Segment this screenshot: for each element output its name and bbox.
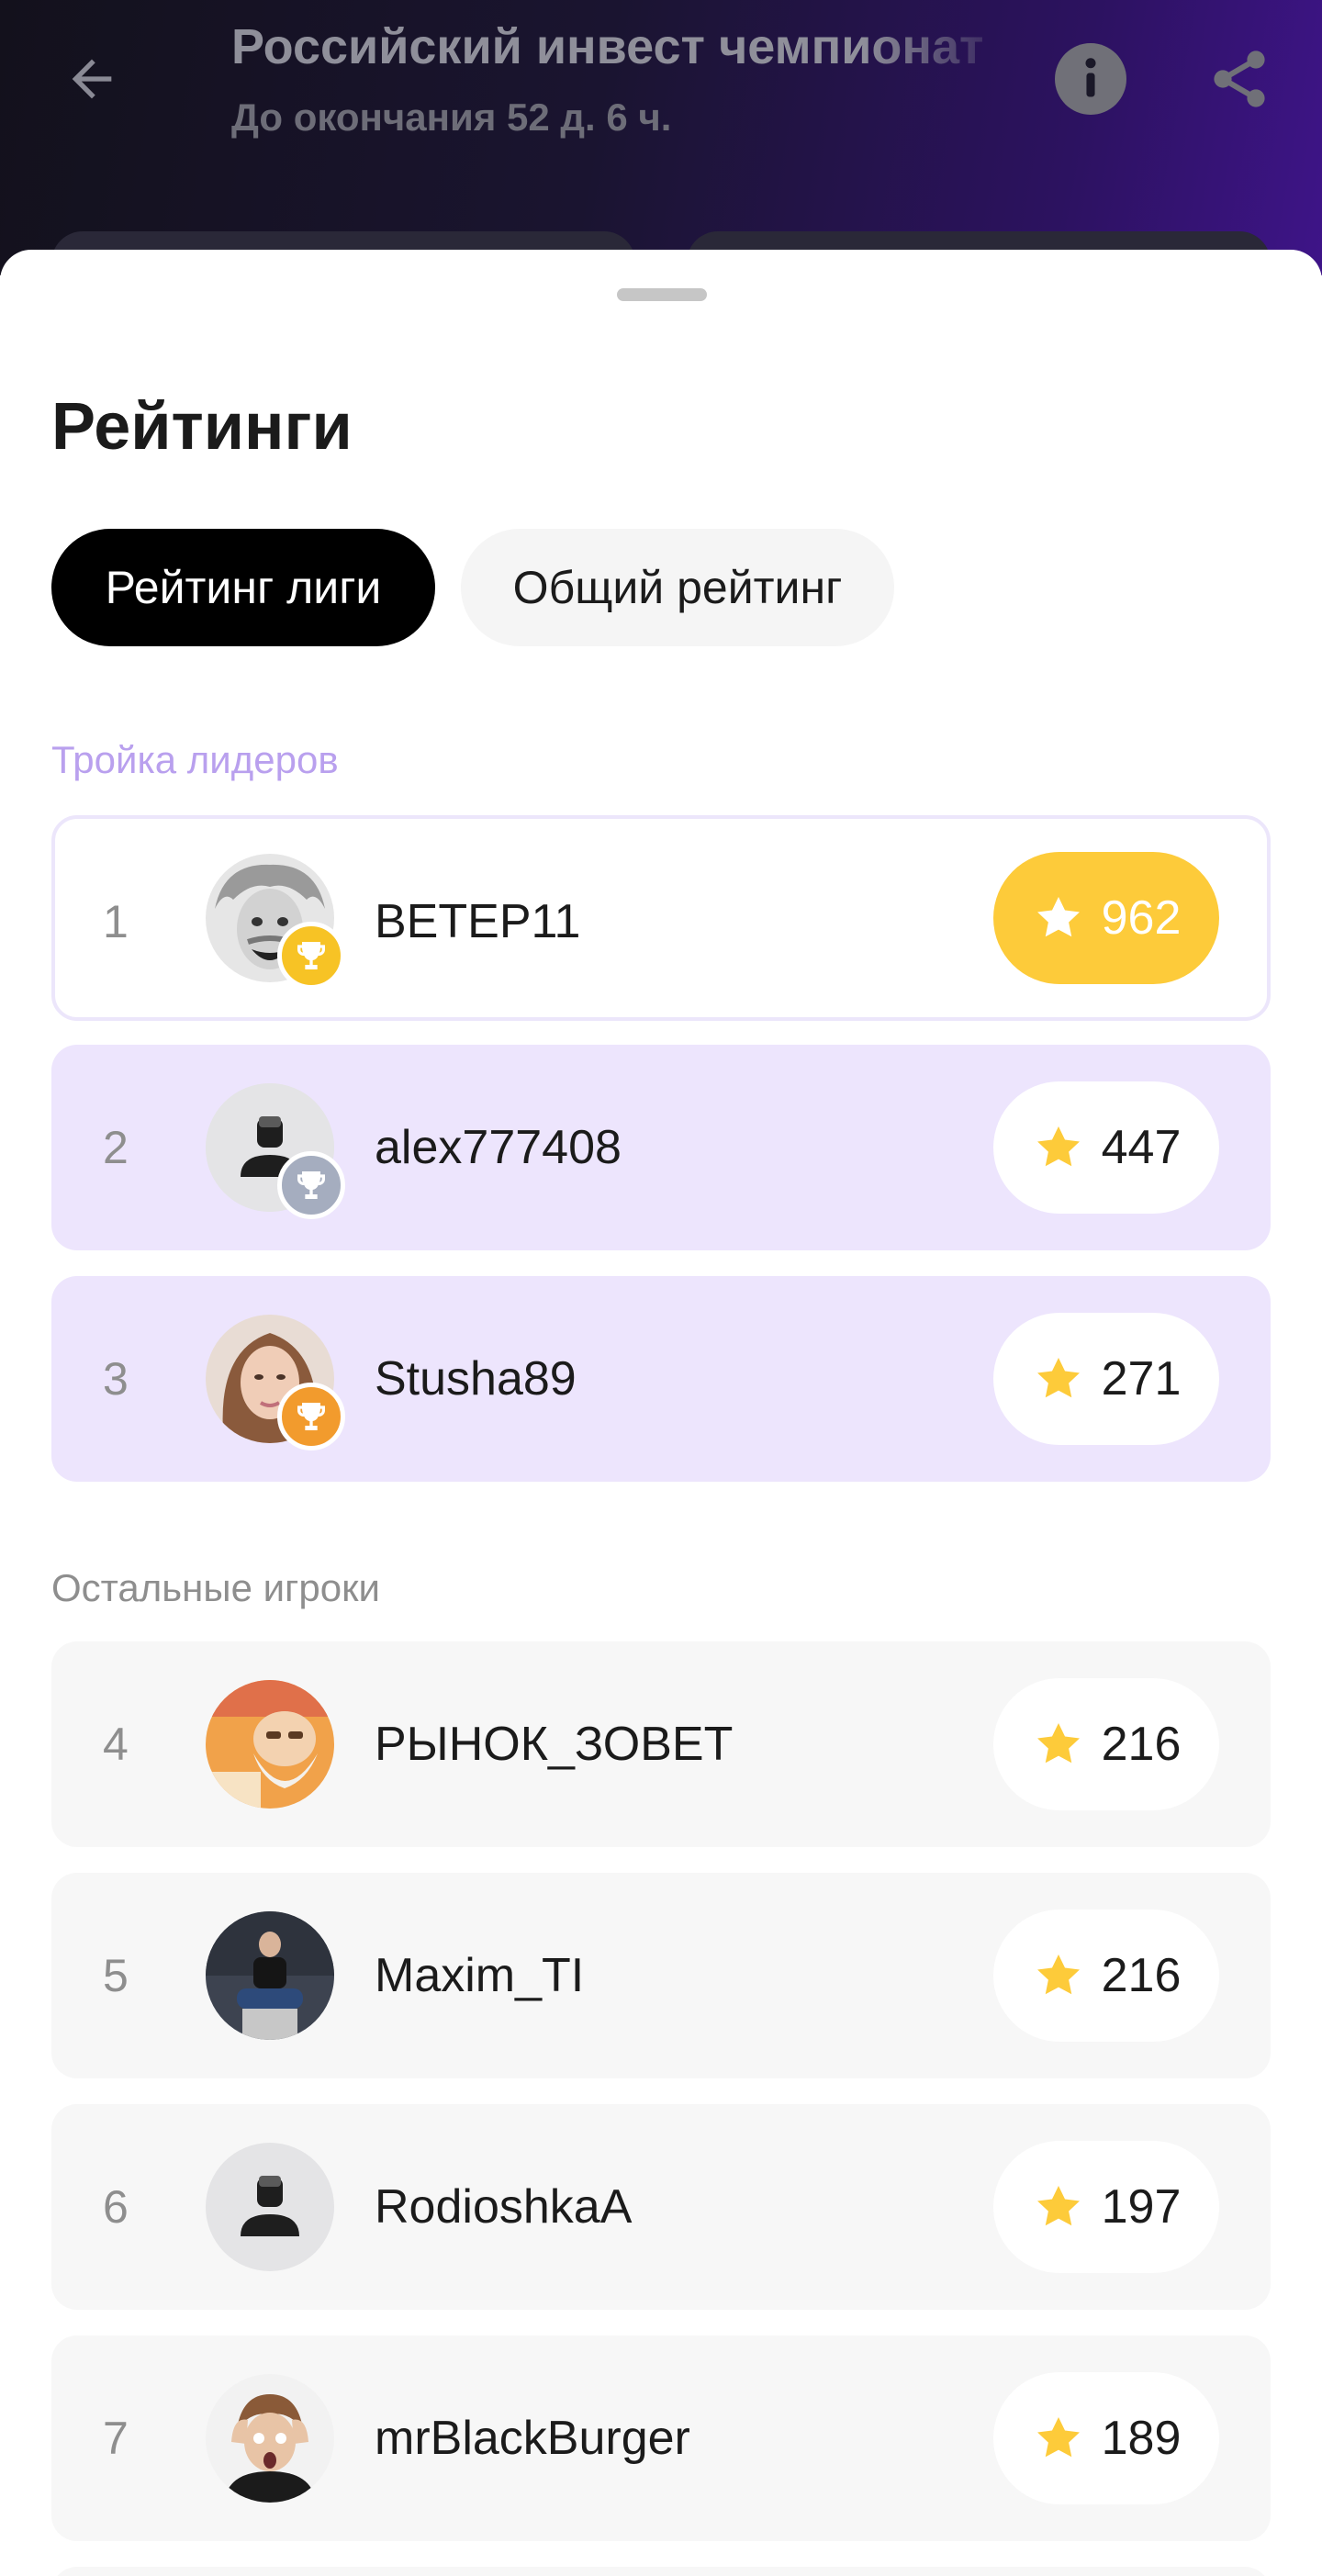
star-icon bbox=[1036, 1126, 1080, 1167]
competition-header: Российский инвест чемпионат До окончания… bbox=[0, 0, 1322, 275]
info-icon bbox=[1055, 43, 1126, 115]
trophy-badge-silver bbox=[277, 1151, 345, 1219]
score-badge: 216 bbox=[993, 1678, 1219, 1810]
player-name: alex777408 bbox=[375, 1121, 622, 1174]
rank-number: 3 bbox=[103, 1353, 129, 1405]
score-value: 189 bbox=[1101, 2412, 1182, 2465]
rank-number: 1 bbox=[103, 896, 129, 947]
star-icon bbox=[1036, 1954, 1080, 1995]
competition-title: Российский инвест чемпионат bbox=[231, 19, 984, 74]
ratings-sheet: Рейтинги Рейтинг лиги Общий рейтинг Трой… bbox=[0, 250, 1322, 2576]
star-icon bbox=[1036, 1358, 1080, 1398]
trophy-icon bbox=[297, 1403, 325, 1430]
sheet-drag-handle[interactable] bbox=[617, 288, 707, 301]
tab-league-rating[interactable]: Рейтинг лиги bbox=[51, 529, 435, 646]
others-section-label: Остальные игроки bbox=[51, 1566, 380, 1609]
player-name: ВЕТЕР11 bbox=[375, 895, 581, 948]
score-value: 271 bbox=[1101, 1352, 1182, 1406]
trophy-badge-gold bbox=[277, 922, 345, 990]
player-name: mrBlackBurger bbox=[375, 2412, 690, 2465]
rank-number: 4 bbox=[103, 1719, 129, 1770]
star-icon bbox=[1036, 1723, 1080, 1764]
player-name: РЫНОК_ЗОВЕТ bbox=[375, 1718, 734, 1771]
leaders-section-label: Тройка лидеров bbox=[51, 738, 339, 781]
score-badge: 197 bbox=[993, 2141, 1219, 2273]
player-name: RodioshkaA bbox=[375, 2180, 633, 2234]
avatar bbox=[206, 2374, 334, 2503]
player-row-8-partial[interactable] bbox=[51, 2567, 1271, 2576]
back-button[interactable] bbox=[53, 40, 130, 118]
score-value: 197 bbox=[1101, 2180, 1182, 2234]
star-icon bbox=[1036, 897, 1080, 937]
avatar bbox=[206, 1680, 334, 1809]
rank-number: 2 bbox=[103, 1122, 129, 1173]
avatar bbox=[206, 1911, 334, 2040]
rank-number: 7 bbox=[103, 2413, 129, 2464]
score-badge: 216 bbox=[993, 1910, 1219, 2042]
player-name: Stusha89 bbox=[375, 1352, 577, 1406]
rank-number: 6 bbox=[103, 2181, 129, 2233]
player-name: Maxim_TI bbox=[375, 1949, 585, 2002]
score-badge: 447 bbox=[993, 1081, 1219, 1214]
time-remaining: До окончания 52 д. 6 ч. bbox=[231, 95, 672, 139]
leader-row-1[interactable]: 1 ВЕТЕР11 962 bbox=[51, 815, 1271, 1021]
score-value: 447 bbox=[1101, 1121, 1182, 1174]
info-button[interactable] bbox=[1054, 42, 1127, 116]
share-icon bbox=[1214, 50, 1265, 107]
share-button[interactable] bbox=[1203, 42, 1276, 116]
score-value: 216 bbox=[1101, 1949, 1182, 2002]
arrow-left-icon bbox=[72, 59, 112, 99]
leader-row-3[interactable]: 3 Stusha89 271 bbox=[51, 1276, 1271, 1482]
player-row-6[interactable]: 6 RodioshkaA 197 bbox=[51, 2104, 1271, 2310]
leader-row-2[interactable]: 2 alex777408 447 bbox=[51, 1045, 1271, 1250]
tab-overall-rating[interactable]: Общий рейтинг bbox=[461, 529, 894, 646]
trophy-icon bbox=[297, 942, 325, 969]
avatar-placeholder bbox=[206, 2143, 334, 2271]
score-badge: 271 bbox=[993, 1313, 1219, 1445]
star-icon bbox=[1036, 2186, 1080, 2226]
player-row-4[interactable]: 4 РЫНОК_ЗОВЕТ 216 bbox=[51, 1641, 1271, 1847]
trophy-badge-bronze bbox=[277, 1383, 345, 1450]
player-row-7[interactable]: 7 mrBlackBurger 189 bbox=[51, 2335, 1271, 2541]
score-value: 962 bbox=[1101, 891, 1182, 945]
trophy-icon bbox=[297, 1171, 325, 1199]
score-badge: 189 bbox=[993, 2372, 1219, 2504]
score-badge: 962 bbox=[993, 852, 1219, 984]
score-value: 216 bbox=[1101, 1718, 1182, 1771]
player-row-5[interactable]: 5 Maxim_TI 216 bbox=[51, 1873, 1271, 2078]
star-icon bbox=[1036, 2417, 1080, 2458]
sheet-title: Рейтинги bbox=[51, 390, 353, 464]
rank-number: 5 bbox=[103, 1950, 129, 2001]
